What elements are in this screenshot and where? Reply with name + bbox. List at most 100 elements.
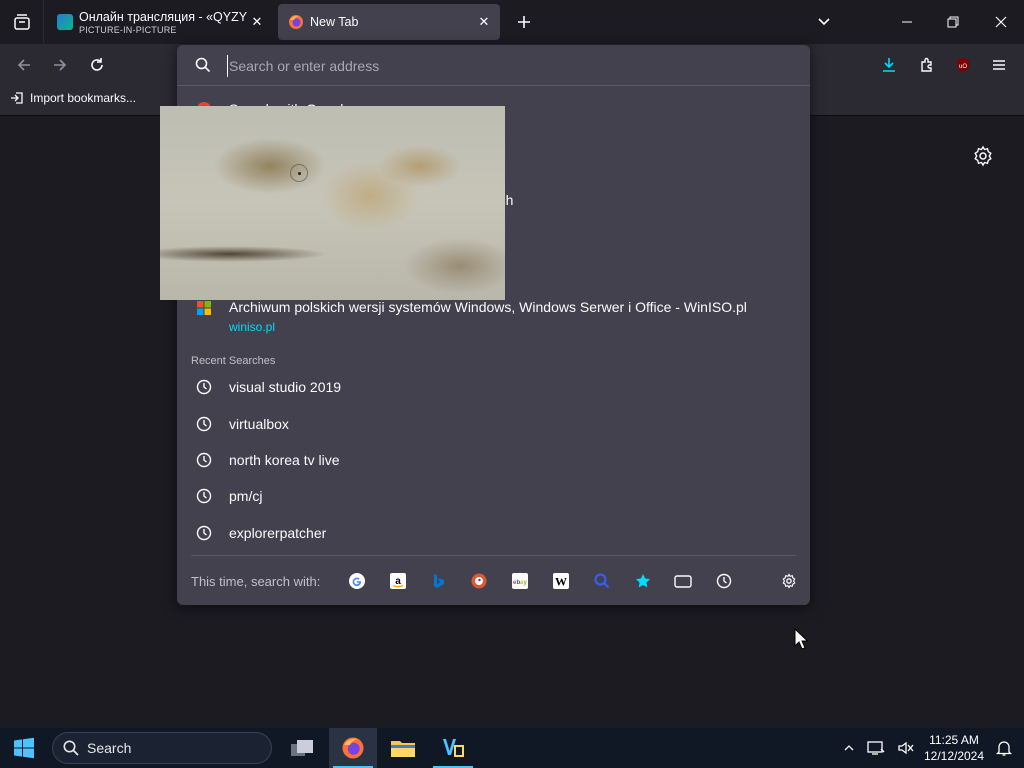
- folder-icon: [391, 741, 415, 757]
- taskbar-search-box[interactable]: Search: [52, 732, 272, 764]
- ublock-origin-icon: uO: [957, 58, 969, 72]
- import-bookmarks-label: Import bookmarks...: [30, 91, 137, 105]
- one-off-label: This time, search with:: [191, 574, 321, 589]
- forward-arrow-icon: [54, 59, 67, 71]
- mouse-cursor-icon: [794, 628, 808, 650]
- svg-text:W: W: [555, 575, 567, 589]
- recent-search-text: pm/cj: [229, 488, 263, 504]
- result-title: Archiwum polskich wersji systemów Window…: [229, 299, 747, 315]
- magnifier-shortcut-icon: [594, 573, 610, 589]
- tab-subtitle: PICTURE-IN-PICTURE: [79, 24, 177, 35]
- result-winiso[interactable]: Archiwum polskich wersji systemów Window…: [177, 297, 810, 339]
- network-tray-icon[interactable]: [866, 738, 886, 758]
- task-view-icon: [291, 740, 313, 756]
- history-clock-icon: [196, 452, 212, 468]
- close-tab-icon[interactable]: ✕: [247, 12, 267, 32]
- bing-engine-button[interactable]: [429, 572, 447, 590]
- wikipedia-engine-button[interactable]: W: [552, 572, 570, 590]
- history-clock-icon: [196, 379, 212, 395]
- firefox-view-icon: [13, 14, 30, 30]
- taskbar-clock[interactable]: 11:25 AM 12/12/2024: [920, 732, 988, 764]
- clock-date: 12/12/2024: [923, 749, 985, 763]
- downloads-button[interactable]: [875, 51, 903, 79]
- firefox-icon: [342, 737, 364, 759]
- star-icon: [636, 574, 650, 588]
- result-url: winiso.pl: [229, 320, 276, 334]
- duckduckgo-engine-button[interactable]: [470, 572, 488, 590]
- clock-time: 11:25 AM: [929, 733, 979, 747]
- reload-icon: [91, 58, 103, 71]
- notification-center-button[interactable]: [994, 738, 1014, 758]
- amazon-engine-button[interactable]: a: [389, 572, 407, 590]
- firefox-view-button[interactable]: [0, 0, 44, 44]
- volume-tray-icon[interactable]: [896, 738, 916, 758]
- taskbar-visual-studio-code[interactable]: [429, 728, 477, 768]
- history-clock-icon: [196, 488, 212, 504]
- bookmarks-search-button[interactable]: [634, 572, 652, 590]
- tab-new-tab[interactable]: New Tab ✕: [278, 4, 500, 40]
- recent-search-item[interactable]: explorerpatcher: [177, 522, 810, 544]
- start-button[interactable]: [0, 728, 48, 768]
- address-input[interactable]: [227, 55, 787, 77]
- tab-title: New Tab: [310, 15, 359, 29]
- puzzle-icon: [921, 57, 932, 72]
- chevron-up-icon: [844, 745, 854, 751]
- ebay-engine-button[interactable]: ebay: [511, 572, 529, 590]
- close-window-button[interactable]: [978, 0, 1024, 44]
- import-icon: [11, 92, 23, 104]
- history-search-button[interactable]: [715, 572, 733, 590]
- extensions-button[interactable]: [913, 51, 941, 79]
- list-all-tabs-button[interactable]: [810, 8, 838, 36]
- new-tab-button[interactable]: [510, 8, 538, 36]
- hamburger-menu-icon: [993, 60, 1005, 70]
- tabs-search-button[interactable]: [674, 572, 692, 590]
- taskbar-firefox[interactable]: [329, 728, 377, 768]
- ublock-button[interactable]: uO: [949, 51, 977, 79]
- urlbar: [177, 45, 810, 86]
- google-engine-button[interactable]: [348, 572, 366, 590]
- minimize-icon: [902, 21, 912, 23]
- recent-search-item[interactable]: pm/cj: [177, 485, 810, 507]
- tab-pip-stream[interactable]: Онлайн трансляция - «QYZYL PICTURE-IN-PI…: [47, 4, 273, 40]
- close-tab-icon[interactable]: ✕: [474, 12, 494, 32]
- recent-search-item[interactable]: north korea tv live: [177, 449, 810, 471]
- back-button[interactable]: [10, 51, 38, 79]
- tab-strip: Онлайн трансляция - «QYZYL PICTURE-IN-PI…: [0, 0, 1024, 44]
- reload-button[interactable]: [83, 51, 111, 79]
- restore-icon: [947, 16, 959, 28]
- app-menu-button[interactable]: [985, 51, 1013, 79]
- restore-button[interactable]: [930, 0, 976, 44]
- svg-text:a: a: [395, 576, 401, 587]
- windows-taskbar: Search 11:25 AM 12/12/2024: [0, 728, 1024, 768]
- minimize-button[interactable]: [884, 0, 930, 44]
- recent-search-text: north korea tv live: [229, 452, 340, 468]
- bing-icon: [434, 574, 444, 588]
- stream-favicon-icon: [57, 14, 73, 30]
- forward-button[interactable]: [46, 51, 74, 79]
- ebay-icon: ebay: [512, 573, 528, 589]
- taskbar-search-label: Search: [87, 740, 132, 756]
- import-bookmarks-button[interactable]: Import bookmarks...: [10, 91, 136, 105]
- taskbar-file-explorer[interactable]: [379, 728, 427, 768]
- picture-in-picture-video[interactable]: [160, 106, 505, 300]
- search-settings-button[interactable]: [780, 572, 798, 590]
- search-icon: [63, 740, 79, 756]
- recent-searches-heading: Recent Searches: [191, 355, 276, 367]
- show-hidden-icons-button[interactable]: [839, 738, 859, 758]
- download-icon: [883, 58, 895, 72]
- bell-icon: [996, 741, 1012, 756]
- vs-app-icon: [443, 739, 464, 757]
- tab-title: Онлайн трансляция - «QYZYL: [79, 9, 247, 24]
- tab-icon: [674, 575, 692, 588]
- newtab-settings-gear-icon[interactable]: [972, 145, 994, 167]
- recent-search-item[interactable]: virtualbox: [177, 413, 810, 435]
- chevron-down-icon: [818, 18, 830, 26]
- recent-search-text: visual studio 2019: [229, 379, 342, 395]
- amazon-icon: a: [390, 573, 406, 589]
- windows-logo-icon: [197, 301, 211, 315]
- task-view-button[interactable]: [278, 728, 326, 768]
- back-arrow-icon: [17, 59, 30, 71]
- history-clock-icon: [196, 525, 212, 541]
- recent-search-item[interactable]: visual studio 2019: [177, 376, 810, 398]
- search-shortcut-engine-button[interactable]: [593, 572, 611, 590]
